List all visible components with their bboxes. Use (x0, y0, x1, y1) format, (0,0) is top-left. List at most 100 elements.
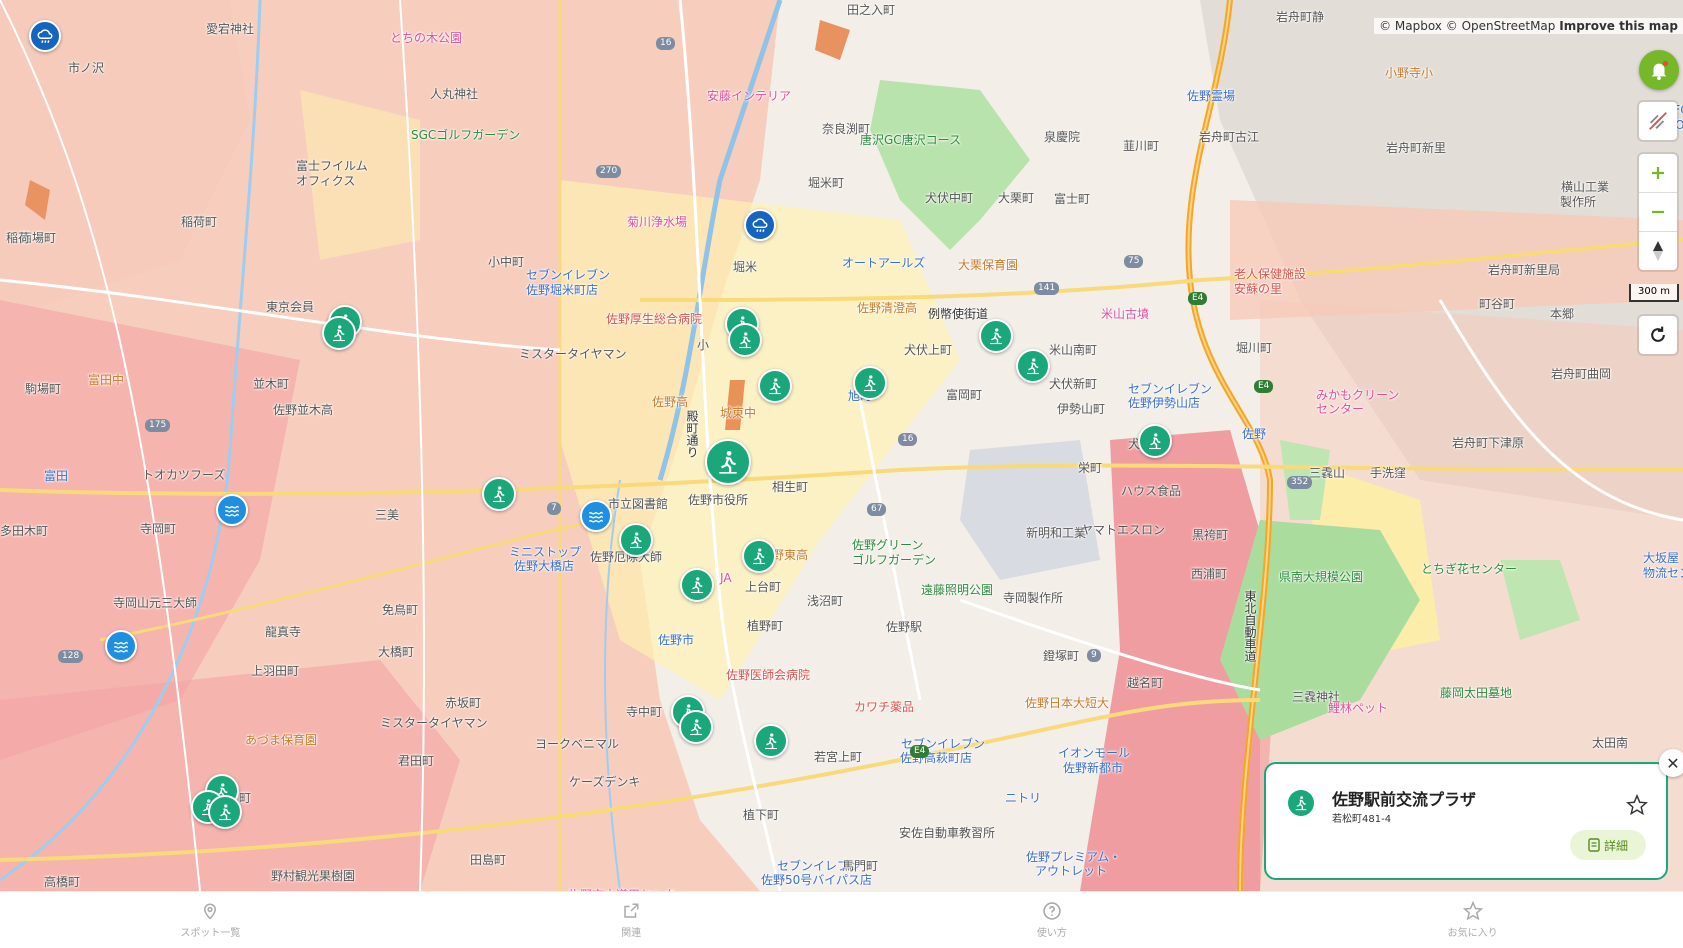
water-level-marker[interactable] (580, 500, 612, 532)
runner-icon (1149, 433, 1161, 450)
map-label: 寺中町 (626, 705, 663, 719)
runner-icon (333, 325, 345, 342)
map-label: 富士町 (1054, 192, 1091, 206)
map-label: 富士フイルム (296, 159, 368, 173)
cloud-rain-icon (37, 29, 53, 43)
road-number-badge: 270 (596, 165, 622, 178)
map-label: 殿町通り (685, 410, 699, 458)
map-label: 佐野並木高 (273, 403, 334, 417)
map-label: 堀米町 (808, 176, 845, 190)
map-label: 佐野医師会病院 (726, 668, 811, 682)
runner-icon (990, 328, 1002, 345)
map-label: 製作所 (1560, 195, 1597, 209)
osm-attribution[interactable]: © OpenStreetMap (1446, 19, 1556, 33)
spot-marker[interactable] (482, 477, 516, 511)
map-label: ニトリ (1005, 791, 1042, 805)
detail-label: 詳細 (1603, 838, 1628, 853)
nav-help[interactable]: 使い方 (842, 892, 1263, 948)
wave-icon (588, 511, 603, 523)
map-label: 堀川町 (1236, 341, 1273, 355)
map-label: 横山工業 (1561, 180, 1610, 194)
spot-marker[interactable] (322, 316, 356, 350)
spot-marker[interactable] (680, 568, 714, 602)
spot-marker[interactable] (1016, 349, 1050, 383)
map-label: 城東中 (720, 406, 757, 420)
nav-spot-list[interactable]: スポット一覧 (0, 892, 421, 948)
spot-marker[interactable] (728, 323, 762, 357)
map-label: 佐野市役所 (688, 493, 749, 507)
map-label: 稲荷 (6, 231, 31, 245)
map-label: 小野寺小 (1385, 66, 1434, 80)
spot-marker[interactable] (742, 539, 776, 573)
map-label: 堀米 (733, 260, 758, 274)
map-label: ケーズデンキ (569, 775, 641, 789)
close-card-button[interactable]: ✕ (1659, 749, 1683, 777)
zoom-out-button[interactable] (1639, 192, 1677, 231)
road-number-badge: 16 (656, 37, 676, 50)
spot-marker[interactable] (853, 366, 887, 400)
notification-button[interactable] (1639, 50, 1679, 90)
runner-icon (753, 548, 765, 565)
map-canvas[interactable]: 愛宕神社 とちの木公園 市ノ沢 人丸神社 SGCゴルフガーデン 富士フイルム オフィクス 安藤… (0, 0, 1683, 891)
bottom-navigation: スポット一覧 関連 使い方 お気に入り (0, 891, 1683, 948)
map-label: イオンモール (1058, 746, 1131, 760)
spot-marker[interactable] (679, 710, 713, 744)
map-label: 植下町 (743, 808, 780, 822)
spot-marker[interactable] (208, 795, 242, 829)
map-label: 県南大規模公園 (1279, 570, 1364, 584)
map-label: 田之入町 (847, 3, 896, 17)
map-label: 高橋町 (44, 875, 81, 889)
map-label: 若宮上町 (814, 750, 863, 764)
nav-favorites[interactable]: お気に入り (1262, 892, 1683, 948)
spot-marker[interactable] (758, 369, 792, 403)
mapbox-attribution[interactable]: © Mapbox (1379, 19, 1442, 33)
runner-icon (864, 375, 876, 392)
water-level-marker[interactable] (216, 494, 248, 526)
help-icon (1043, 902, 1061, 920)
map-label: あづま保育園 (245, 733, 318, 747)
map-label: 富田中 (88, 373, 125, 387)
hazard-layer-toggle[interactable] (1639, 102, 1677, 140)
map-label: 浅沼町 (807, 594, 844, 608)
map-label: 多田木町 (0, 524, 49, 538)
map-label: 寺岡町 (140, 522, 177, 536)
runner-icon (765, 733, 777, 750)
map-label: 鐙塚町 (1043, 649, 1080, 663)
spot-marker[interactable] (979, 319, 1013, 353)
rain-weather-marker[interactable] (29, 20, 61, 52)
selected-spot-marker[interactable] (705, 439, 751, 485)
map-label: カワチ薬品 (854, 700, 915, 714)
compass-button[interactable] (1639, 231, 1677, 270)
map-attribution: © Mapbox © OpenStreetMap Improve this ma… (1374, 18, 1683, 34)
spot-title: 佐野駅前交流プラザ (1332, 790, 1477, 809)
map-label: 岩舟町静 (1276, 10, 1325, 24)
reset-view-button[interactable] (1639, 316, 1677, 354)
map-label: 犬伏新町 (1049, 377, 1098, 391)
detail-button[interactable]: 詳細 (1570, 830, 1646, 860)
spot-marker[interactable] (754, 724, 788, 758)
favorite-star-button[interactable] (1626, 793, 1648, 820)
map-label: ハウス食品 (1121, 484, 1182, 498)
nav-related[interactable]: 関連 (421, 892, 842, 948)
map-label: オフィクス (296, 174, 356, 188)
map-label: 小 (697, 338, 710, 352)
map-label: 富田 (44, 469, 69, 483)
rain-weather-marker[interactable] (744, 209, 776, 241)
map-label: 相生町 (772, 480, 809, 494)
improve-map-link[interactable]: Improve this map (1559, 19, 1678, 33)
map-label: 佐野 (1242, 427, 1267, 441)
zoom-in-button[interactable] (1639, 154, 1677, 192)
map-label: トオカツフーズ (142, 468, 226, 482)
map-label: 伊勢山町 (1057, 402, 1106, 416)
map-label: 小中町 (488, 255, 525, 269)
runner-icon (493, 486, 505, 503)
map-label: 大橋町 (378, 645, 415, 659)
spot-marker[interactable] (619, 523, 653, 557)
plus-icon (1652, 167, 1664, 179)
water-level-marker[interactable] (105, 630, 137, 662)
map-label: 上羽田町 (251, 664, 300, 678)
map-scale: 300 m (1629, 284, 1679, 302)
map-label: 岩舟町古江 (1199, 130, 1260, 144)
spot-marker[interactable] (1138, 424, 1172, 458)
compass-icon (1653, 241, 1663, 261)
